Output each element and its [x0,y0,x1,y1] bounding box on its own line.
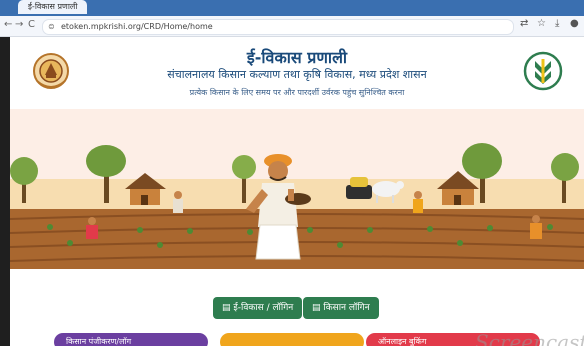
agriculture-department-logo-icon [523,51,563,91]
tagline: प्रत्येक किसान के लिए समय पर और पारदर्शी… [189,88,405,97]
browser-tab-bar: ई-विकास प्रणाली [0,0,584,16]
screencast-watermark: Screencast [475,330,584,346]
kisan-login-button[interactable]: ▤ किसान लॉगिन [303,297,379,319]
middle-action-button[interactable] [220,333,364,346]
back-icon[interactable]: ← [4,19,12,30]
evikas-login-button[interactable]: ▤ ई-विकास / लॉगिन [213,297,303,319]
reload-icon[interactable]: C [28,19,35,30]
farmer-registration-button[interactable]: किसान पंजीकरण/लॉग [54,333,208,346]
browser-tab[interactable]: ई-विकास प्रणाली [18,0,88,14]
evikas-login-label: ई-विकास / लॉगिन [233,303,294,313]
browser-toolbar: ← → C ⊜ etoken.mpkrishi.org/CRD/Home/hom… [0,16,584,37]
url-text: etoken.mpkrishi.org/CRD/Home/home [61,22,213,31]
profile-icon[interactable]: ● [570,18,579,29]
translate-icon[interactable]: ⇄ [520,18,528,29]
user-icon: ▤ [312,303,324,313]
site-header: ई-विकास प्रणाली संचालनालय किसान कल्याण त… [10,37,584,109]
tab-title: ई-विकास प्रणाली [28,2,78,11]
download-icon[interactable]: ⤓ [555,18,559,29]
forward-icon[interactable]: → [15,19,23,30]
bookmark-star-icon[interactable]: ☆ [537,18,546,29]
site-info-icon[interactable]: ⊜ [48,22,55,31]
web-page: ई-विकास प्रणाली संचालनालय किसान कल्याण त… [10,37,584,346]
farm-illustration-banner [10,109,584,269]
address-bar[interactable]: ⊜ etoken.mpkrishi.org/CRD/Home/home [42,19,514,35]
farmer-registration-label: किसान पंजीकरण/लॉग [66,337,132,346]
document-icon: ▤ [222,303,234,313]
department-name: संचालनालय किसान कल्याण तथा कृषि विकास, म… [167,68,427,81]
kisan-login-label: किसान लॉगिन [323,303,370,313]
online-booking-label: ऑनलाइन बुकिंग [378,337,427,346]
page-title: ई-विकास प्रणाली [246,48,348,67]
